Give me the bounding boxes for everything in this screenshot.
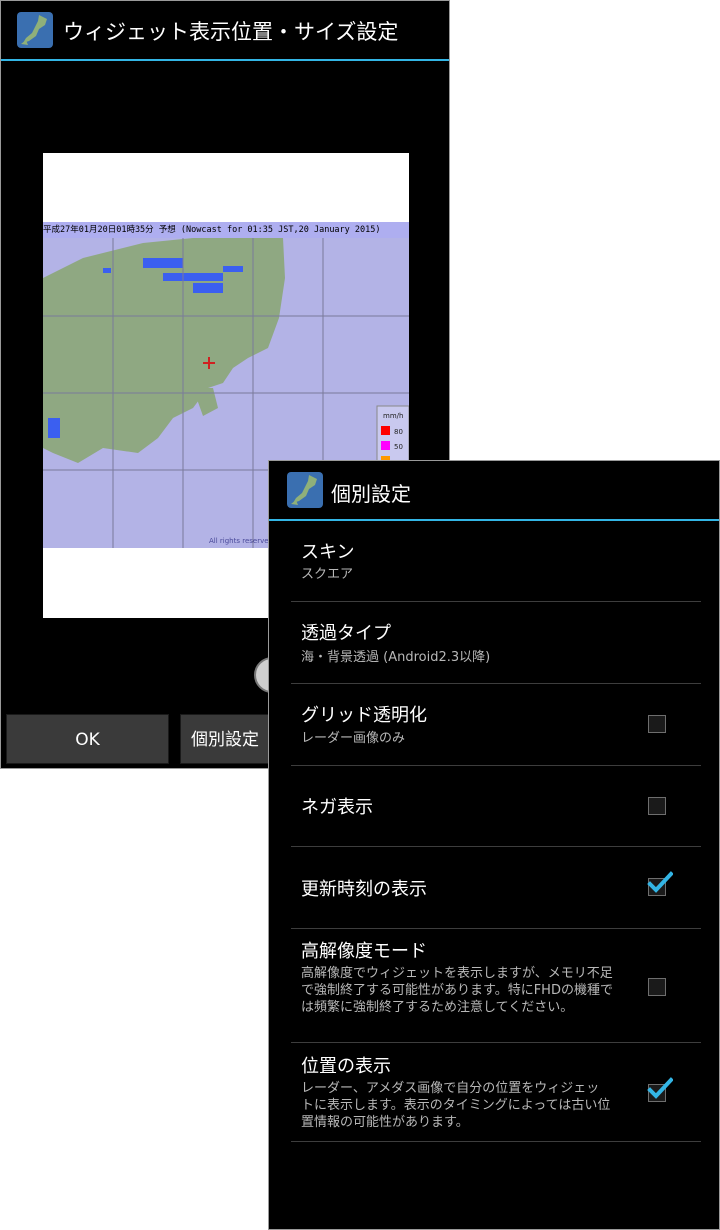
pref-title: 高解像度モード — [301, 941, 427, 962]
pref-skin[interactable]: スキン スクエア — [291, 522, 701, 602]
pref-high-resolution-mode[interactable]: 高解像度モード 高解像度でウィジェットを表示しますが、メモリ不足で強制終了する可… — [291, 930, 701, 1043]
window-title: ウィジェット表示位置・サイズ設定 — [63, 20, 399, 44]
pref-transparency-type[interactable]: 透過タイプ 海・背景透過 (Android2.3以降) — [291, 603, 701, 684]
pref-summary: 高解像度でウィジェットを表示しますが、メモリ不足で強制終了する可能性があります。… — [301, 966, 613, 1015]
pref-title: 更新時刻の表示 — [301, 879, 427, 900]
pref-summary: 海・背景透過 (Android2.3以降) — [301, 650, 491, 665]
pref-title: 透過タイプ — [301, 623, 391, 644]
individual-settings-button[interactable]: 個別設定 — [180, 714, 280, 764]
checkmark-icon — [647, 1077, 673, 1099]
pref-grid-transparency[interactable]: グリッド透明化 レーダー画像のみ — [291, 685, 701, 766]
pref-show-update-time[interactable]: 更新時刻の表示 — [291, 848, 701, 929]
high-resolution-checkbox[interactable] — [648, 978, 666, 996]
pref-title: グリッド透明化 — [301, 705, 427, 726]
legend-unit: mm/h — [383, 412, 403, 420]
dialog-title: 個別設定 — [331, 482, 411, 506]
japan-map-icon — [287, 472, 323, 508]
checkmark-icon — [647, 871, 673, 893]
japan-map-icon — [17, 12, 53, 48]
show-position-checkbox[interactable] — [647, 1077, 673, 1102]
legend-value-50: 50 — [394, 443, 403, 451]
grid-transparency-checkbox[interactable] — [648, 715, 666, 733]
pref-summary: スクエア — [301, 567, 354, 582]
show-update-time-checkbox[interactable] — [647, 871, 673, 896]
dialog-title-bar: 個別設定 — [269, 461, 719, 521]
individual-settings-dialog: 個別設定 スキン スクエア 透過タイプ 海・背景透過 (Android2.3以降… — [268, 460, 720, 1230]
title-bar: ウィジェット表示位置・サイズ設定 — [1, 1, 449, 61]
pref-title: ネガ表示 — [301, 797, 373, 818]
legend-value-80: 80 — [394, 428, 403, 436]
pref-summary: レーダー、アメダス画像で自分の位置をウィジェットに表示します。表示のタイミングに… — [301, 1081, 611, 1130]
copyright-text: All rights reserved — [209, 537, 273, 545]
ok-button[interactable]: OK — [6, 714, 169, 764]
pref-title: スキン — [301, 542, 355, 563]
map-caption: 平成27年01月20日01時35分 予想 (Nowcast for 01:35 … — [43, 222, 409, 238]
pref-summary: レーダー画像のみ — [301, 731, 406, 746]
pref-negative-display[interactable]: ネガ表示 — [291, 767, 701, 847]
pref-title: 位置の表示 — [301, 1056, 391, 1077]
pref-show-position[interactable]: 位置の表示 レーダー、アメダス画像で自分の位置をウィジェットに表示します。表示の… — [291, 1044, 701, 1142]
negative-display-checkbox[interactable] — [648, 797, 666, 815]
